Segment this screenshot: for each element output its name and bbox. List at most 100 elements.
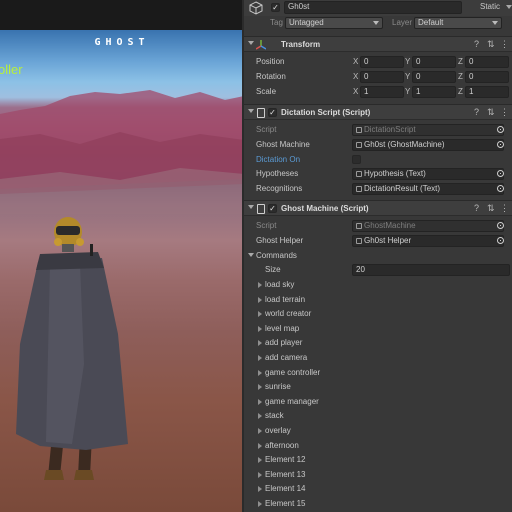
- gameobject-icon: [356, 142, 362, 148]
- object-name-field[interactable]: Gh0st: [284, 1, 462, 14]
- help-icon[interactable]: ?: [474, 203, 479, 213]
- element-foldout-icon[interactable]: [258, 442, 262, 449]
- command-element-row[interactable]: overlay: [244, 424, 512, 438]
- element-foldout-icon[interactable]: [258, 398, 262, 405]
- script-label: Script: [256, 221, 277, 230]
- object-picker-icon[interactable]: [497, 185, 504, 192]
- ghost-machine-label: Ghost Machine: [256, 140, 310, 149]
- text-component-icon: [356, 171, 362, 177]
- command-element-row[interactable]: level map: [244, 322, 512, 336]
- more-options-icon[interactable]: ⋮: [500, 203, 509, 214]
- ghost-helper-label: Ghost Helper: [256, 236, 304, 245]
- element-foldout-icon[interactable]: [258, 486, 262, 493]
- element-foldout-icon[interactable]: [258, 501, 262, 507]
- element-foldout-icon[interactable]: [258, 428, 262, 434]
- scale-z-field[interactable]: 1: [465, 86, 509, 98]
- commands-size-row: Size 20: [244, 263, 512, 277]
- command-element-row[interactable]: afternoon: [244, 439, 512, 453]
- element-foldout-icon[interactable]: [258, 282, 262, 288]
- ghost-machine-field[interactable]: Gh0st (GhostMachine): [352, 139, 504, 151]
- game-overlay-label: oller: [0, 62, 23, 77]
- command-element-row[interactable]: Element 15: [244, 497, 512, 511]
- element-foldout-icon[interactable]: [258, 413, 262, 420]
- scale-y-field[interactable]: 1: [412, 86, 456, 98]
- position-y-field[interactable]: 0: [412, 56, 456, 68]
- ghost-machine-script-header[interactable]: ✓ Ghost Machine (Script) ? ⇅ ⋮: [244, 200, 512, 216]
- game-title-text: GHOST: [94, 37, 150, 48]
- command-element-row[interactable]: Element 14: [244, 482, 512, 496]
- command-element-row[interactable]: sunrise: [244, 380, 512, 394]
- element-foldout-icon[interactable]: [258, 340, 262, 347]
- element-foldout-icon[interactable]: [258, 325, 262, 332]
- object-picker-icon[interactable]: [497, 141, 504, 148]
- position-z-field[interactable]: 0: [465, 56, 509, 68]
- command-element-row[interactable]: game controller: [244, 366, 512, 380]
- z-axis-label: Z: [458, 87, 463, 96]
- layer-dropdown-arrow-icon: [492, 21, 498, 25]
- position-row: Position X 0 Y 0 Z 0: [244, 55, 512, 69]
- tag-dropdown[interactable]: Untagged: [285, 17, 383, 29]
- element-foldout-icon[interactable]: [258, 471, 262, 478]
- static-checkbox[interactable]: Static: [480, 2, 500, 11]
- static-dropdown-arrow[interactable]: [506, 5, 512, 9]
- command-element-row[interactable]: add player: [244, 336, 512, 350]
- command-element-row[interactable]: load terrain: [244, 293, 512, 307]
- commands-row[interactable]: Commands: [244, 249, 512, 263]
- more-options-icon[interactable]: ⋮: [500, 39, 509, 50]
- hypotheses-row: Hypotheses Hypothesis (Text): [244, 167, 512, 181]
- rotation-z-field[interactable]: 0: [465, 71, 509, 83]
- ghost-helper-row: Ghost Helper Gh0st Helper: [244, 234, 512, 248]
- preset-icon[interactable]: ⇅: [487, 107, 495, 118]
- z-axis-label: Z: [458, 57, 463, 66]
- x-axis-label: X: [353, 57, 359, 66]
- dictation-script-header[interactable]: ✓ Dictation Script (Script) ? ⇅ ⋮: [244, 104, 512, 120]
- help-icon[interactable]: ?: [474, 39, 479, 49]
- element-foldout-icon[interactable]: [258, 369, 262, 376]
- recognitions-field[interactable]: DictationResult (Text): [352, 183, 504, 195]
- scale-label: Scale: [256, 87, 277, 96]
- position-x-field[interactable]: 0: [360, 56, 404, 68]
- hypotheses-field[interactable]: Hypothesis (Text): [352, 168, 504, 180]
- rotation-x-field[interactable]: 0: [360, 71, 404, 83]
- tag-dropdown-arrow-icon: [373, 21, 379, 25]
- transform-header[interactable]: Transform ? ⇅ ⋮: [244, 36, 512, 52]
- more-options-icon[interactable]: ⋮: [500, 107, 509, 118]
- game-view[interactable]: GHOST oller: [0, 0, 244, 512]
- object-picker-icon[interactable]: [497, 237, 504, 244]
- transform-foldout-icon[interactable]: [248, 41, 254, 45]
- command-element-row[interactable]: game manager: [244, 395, 512, 409]
- dictation-on-checkbox[interactable]: [352, 155, 361, 164]
- ghost-machine-foldout-icon[interactable]: [248, 205, 254, 209]
- layer-value: Default: [418, 18, 444, 27]
- size-field[interactable]: 20: [352, 264, 510, 276]
- element-foldout-icon[interactable]: [258, 296, 262, 303]
- element-foldout-icon[interactable]: [258, 457, 262, 464]
- command-element-label: add player: [265, 338, 303, 348]
- command-element-row[interactable]: stack: [244, 409, 512, 423]
- object-picker-icon[interactable]: [497, 170, 504, 177]
- dictation-enabled-checkbox[interactable]: ✓: [268, 108, 277, 117]
- x-axis-label: X: [353, 87, 359, 96]
- object-active-checkbox[interactable]: ✓: [271, 3, 280, 12]
- command-element-row[interactable]: load sky: [244, 278, 512, 292]
- preset-icon[interactable]: ⇅: [487, 39, 495, 50]
- element-foldout-icon[interactable]: [258, 311, 262, 318]
- dictation-foldout-icon[interactable]: [248, 109, 254, 113]
- preset-icon[interactable]: ⇅: [487, 203, 495, 214]
- element-foldout-icon[interactable]: [258, 355, 262, 361]
- ghost-machine-enabled-checkbox[interactable]: ✓: [268, 204, 277, 213]
- element-foldout-icon[interactable]: [258, 384, 262, 391]
- tag-value: Untagged: [289, 18, 324, 27]
- scale-x-field[interactable]: 1: [360, 86, 404, 98]
- commands-foldout-icon[interactable]: [248, 253, 254, 257]
- command-element-row[interactable]: Element 12: [244, 453, 512, 467]
- size-label: Size: [265, 265, 281, 274]
- command-element-row[interactable]: Element 13: [244, 468, 512, 482]
- layer-dropdown[interactable]: Default: [414, 17, 502, 29]
- ghost-helper-field[interactable]: Gh0st Helper: [352, 235, 504, 247]
- layer-label: Layer: [392, 18, 413, 27]
- command-element-row[interactable]: add camera: [244, 351, 512, 365]
- help-icon[interactable]: ?: [474, 107, 479, 117]
- command-element-row[interactable]: world creator: [244, 307, 512, 321]
- rotation-y-field[interactable]: 0: [412, 71, 456, 83]
